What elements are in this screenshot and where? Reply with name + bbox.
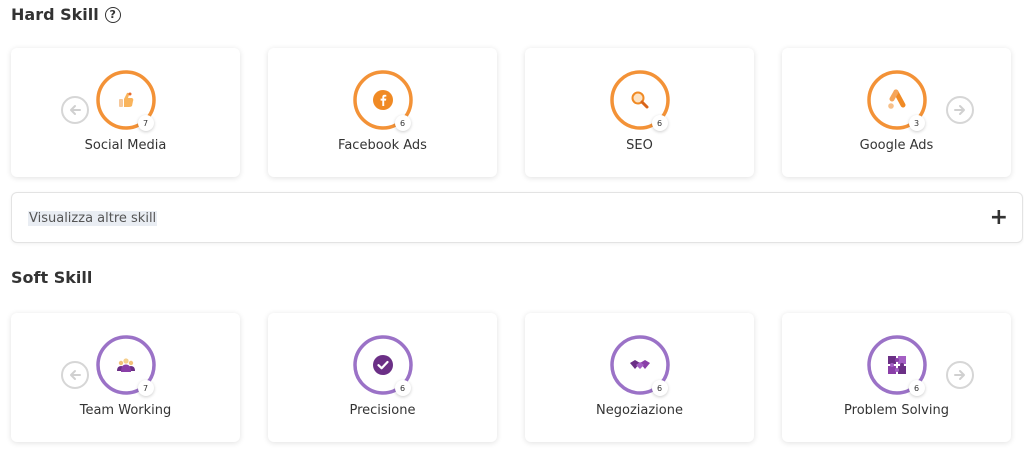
thumbs-up-icon [114,88,138,112]
skill-label: SEO [626,138,653,153]
skill-ring: 3 [866,69,928,131]
plus-icon[interactable]: + [990,205,1008,230]
skill-label: Negoziazione [596,403,683,418]
skill-card-facebook-ads[interactable]: 6 Facebook Ads [268,48,497,177]
prev-arrow-button[interactable] [61,96,89,124]
handshake-icon [628,353,652,377]
skill-card-social-media[interactable]: 7 Social Media [11,48,240,177]
skill-count-badge: 7 [137,380,154,396]
facebook-icon [371,88,395,112]
skill-ring: 6 [352,69,414,131]
skill-label: Facebook Ads [338,138,427,153]
magnifier-icon [628,88,652,112]
skill-ring: 6 [609,69,671,131]
puzzle-icon [885,353,909,377]
soft-skill-title: Soft Skill [11,268,92,287]
hard-skill-title: Hard Skill ? [11,5,121,24]
skill-count-badge: 3 [908,115,925,131]
hard-skill-title-text: Hard Skill [11,5,99,24]
team-icon [114,353,138,377]
skill-count-badge: 6 [908,380,925,396]
skill-count-badge: 7 [137,115,154,131]
soft-skill-title-text: Soft Skill [11,268,93,287]
skill-card-seo[interactable]: 6 SEO [525,48,754,177]
skill-card-precisione[interactable]: 6 Precisione [268,313,497,442]
skill-count-badge: 6 [651,380,668,396]
skill-count-badge: 6 [651,115,668,131]
skill-label: Precisione [349,403,416,418]
arrow-right-icon [954,105,965,115]
view-more-skills-bar[interactable]: Visualizza altre skill + [11,192,1023,243]
skill-ring: 6 [866,334,928,396]
prev-arrow-button[interactable] [61,361,89,389]
help-icon[interactable]: ? [104,6,121,23]
skill-card-negoziazione[interactable]: 6 Negoziazione [525,313,754,442]
skill-label: Team Working [79,403,172,418]
arrow-left-icon [70,105,81,115]
skill-card-team-working[interactable]: 7 Team Working [11,313,240,442]
check-badge-icon [371,353,395,377]
arrow-right-icon [954,370,965,380]
skill-label: Problem Solving [844,403,949,418]
view-more-skills-label[interactable]: Visualizza altre skill [28,211,158,226]
next-arrow-button[interactable] [946,361,974,389]
skill-label: Google Ads [859,138,934,153]
skill-card-google-ads[interactable]: 3 Google Ads [782,48,1011,177]
skill-ring: 7 [95,334,157,396]
skill-count-badge: 6 [394,380,411,396]
skill-label: Social Media [84,138,167,153]
skill-count-badge: 6 [394,115,411,131]
skill-ring: 6 [352,334,414,396]
arrow-left-icon [70,370,81,380]
skill-card-problem-solving[interactable]: 6 Problem Solving [782,313,1011,442]
skill-ring: 6 [609,334,671,396]
google-ads-icon [885,88,909,112]
next-arrow-button[interactable] [946,96,974,124]
skill-ring: 7 [95,69,157,131]
